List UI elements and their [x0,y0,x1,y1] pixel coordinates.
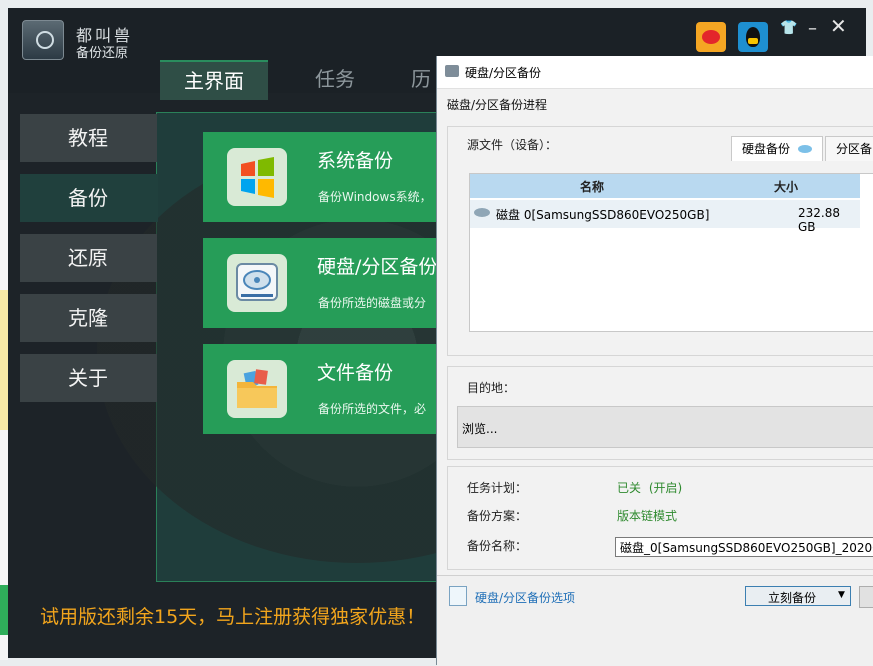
disk-app-icon [445,65,459,77]
folder-icon [227,360,287,418]
cancel-button[interactable] [859,586,873,608]
destination-label: 目的地： [467,381,516,395]
close-icon[interactable]: ✕ [830,14,847,38]
list-header: 名称 大小 [470,174,860,198]
backup-name-input[interactable]: 磁盘_0[SamsungSSD860EVO250GB]_2020080 [615,537,873,557]
tab-history[interactable]: 历 [406,60,436,98]
qq-icon[interactable] [738,22,768,52]
backup-name-label: 备份名称： [467,539,528,553]
app-logo-icon [22,20,64,60]
sidebar-item-tutorial[interactable]: 教程 [20,114,157,162]
schedule-status: 已关 [617,481,642,495]
tab-main[interactable]: 主界面 [160,60,268,100]
windows-logo-icon [227,148,287,206]
tab-partition-backup[interactable]: 分区备 [825,136,873,161]
safe-dial-icon [36,31,54,49]
skin-icon[interactable]: 👕 [780,20,797,36]
column-size[interactable]: 大小 [774,178,798,195]
options-icon[interactable] [449,586,467,606]
schedule-label: 任务计划： [467,481,528,495]
trial-promo-text[interactable]: 试用版还剩余15天，马上注册获得独家优惠！ [40,602,425,629]
disk-icon [474,208,490,217]
tab-tasks[interactable]: 任务 [290,60,380,98]
weibo-icon[interactable] [696,22,726,52]
column-name[interactable]: 名称 [580,178,604,195]
card-title: 硬盘/分区备份 [317,256,438,278]
chevron-down-icon[interactable]: ▼ [838,590,845,600]
plan-label: 备份方案： [467,509,528,523]
card-description: 备份Windows系统， [318,190,432,204]
minimize-icon[interactable]: – [808,18,817,39]
brand-name: 备份还原 [76,46,129,61]
disk-size: 232.88 GB [798,206,840,234]
source-label: 源文件（设备）： [467,138,558,152]
tab-disk-backup[interactable]: 硬盘备份 [731,136,823,161]
dialog-titlebar: 硬盘/分区备份 [437,56,873,89]
card-title: 文件备份 [317,362,394,384]
disk-backup-dialog: 硬盘/分区备份 磁盘/分区备份进程 源文件（设备）： 硬盘备份 分区备 名称 大… [436,56,873,666]
sidebar-item-clone[interactable]: 克隆 [20,294,157,342]
disk-icon [797,145,812,153]
backup-options-link[interactable]: 硬盘/分区备份选项 [475,589,575,606]
backup-now-button[interactable]: 立刻备份 ▼ [745,586,851,606]
browse-text: 浏览... [462,422,498,436]
dialog-subtitle: 磁盘/分区备份进程 [447,98,548,112]
sidebar-item-backup[interactable]: 备份 [20,174,158,222]
background-window-edge-green [0,585,8,635]
card-description: 备份所选的文件，必 [318,402,427,416]
dialog-footer: 硬盘/分区备份选项 立刻备份 ▼ [437,575,873,666]
enable-schedule-link[interactable]: (开启) [649,481,682,495]
schedule-value: 已关 (开启) [617,479,682,496]
backup-now-label: 立刻备份 [768,591,817,605]
sidebar-item-restore[interactable]: 还原 [20,234,157,282]
card-title: 系统备份 [317,150,394,172]
tab-label: 硬盘备份 [742,142,791,156]
disk-list: 名称 大小 磁盘 0[SamsungSSD860EVO250GB] 232.88… [469,173,873,332]
table-row[interactable]: 磁盘 0[SamsungSSD860EVO250GB] 232.88 GB [470,200,860,234]
card-file-backup[interactable]: 文件备份 备份所选的文件，必 [203,344,443,434]
dialog-title: 硬盘/分区备份 [465,66,542,80]
card-disk-backup[interactable]: 硬盘/分区备份 备份所选的磁盘或分 [203,238,443,328]
plan-value-link[interactable]: 版本链模式 [617,507,677,524]
card-system-backup[interactable]: 系统备份 备份Windows系统， [203,132,443,222]
sidebar-item-about[interactable]: 关于 [20,354,157,402]
card-description: 备份所选的磁盘或分 [318,296,427,310]
disk-name: 磁盘 0[SamsungSSD860EVO250GB] [496,208,710,222]
browse-field[interactable]: 浏览... [457,406,873,448]
hard-disk-icon [227,254,287,312]
background-window-edge-yellow [0,290,8,430]
